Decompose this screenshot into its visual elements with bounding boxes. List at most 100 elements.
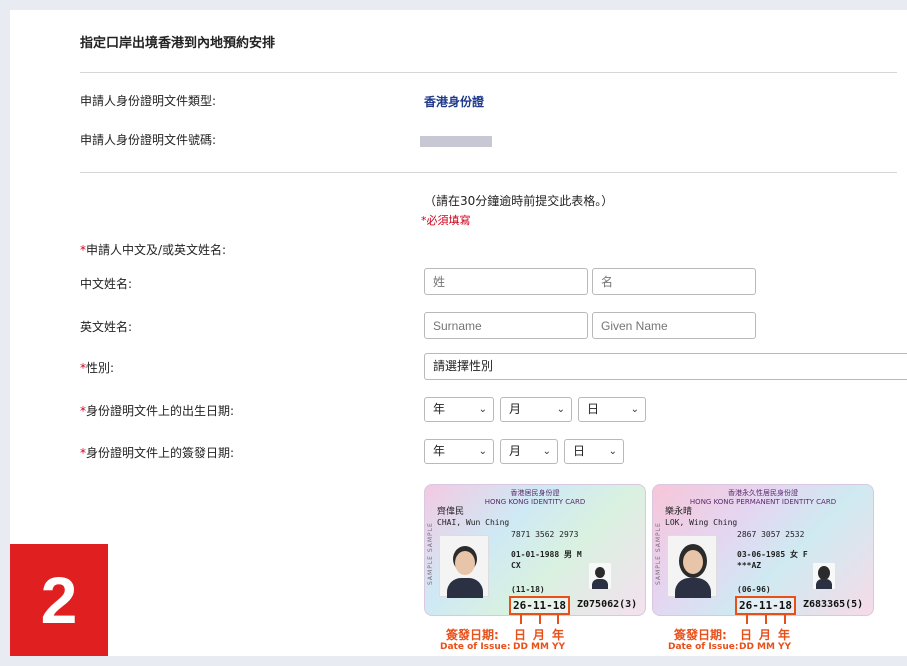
doc-no-masked-value xyxy=(420,136,492,147)
dob-label: *身份證明文件上的出生日期: xyxy=(80,402,234,419)
annotation-tick xyxy=(765,614,767,624)
dob-day-select[interactable]: 日 ⌄ xyxy=(578,397,646,422)
surname-en-input[interactable] xyxy=(424,312,588,339)
issue-date-highlight: 26-11-18 xyxy=(509,596,570,615)
issue-date-annotation-en: Date of Issue: xyxy=(440,642,511,652)
holder-photo xyxy=(667,535,717,598)
issue-date-label: *身份證明文件上的簽發日期: xyxy=(80,444,234,461)
divider-mid xyxy=(80,172,897,173)
annotation-month-en: MM xyxy=(531,642,549,652)
annotation-month-cn: 月 xyxy=(759,628,772,642)
english-name-label: 英文姓名: xyxy=(80,320,133,334)
issue-year-value: 年 xyxy=(433,444,446,458)
annotation-year-cn: 年 xyxy=(552,628,565,642)
card-ccc: 2867 3057 2532 xyxy=(737,530,805,539)
card-header-cn: 香港居民身份證 xyxy=(510,489,560,497)
annotation-day-cn: 日 xyxy=(514,628,527,642)
card-dob-value: 01-01-1988 xyxy=(511,550,560,559)
annotation-tick xyxy=(784,614,786,624)
gender-label-text: 性別: xyxy=(86,361,115,375)
issue-month-select[interactable]: 月 ⌄ xyxy=(500,439,558,464)
card-issue-code: (06-96) xyxy=(737,585,771,594)
annotation-day-en: DD xyxy=(739,642,754,652)
chinese-name-label: 中文姓名: xyxy=(80,277,133,291)
card-header-cn: 香港永久性居民身份證 xyxy=(728,489,798,497)
annotation-month-en: MM xyxy=(757,642,775,652)
issue-date-label-text: 身份證明文件上的簽發日期: xyxy=(86,446,235,460)
chevron-down-icon: ⌄ xyxy=(478,404,487,415)
annotation-day-cn: 日 xyxy=(740,628,753,642)
issue-day-select[interactable]: 日 ⌄ xyxy=(564,439,624,464)
gender-label: *性別: xyxy=(80,359,114,376)
annotation-month-cn: 月 xyxy=(533,628,546,642)
card-name-cn: 齊偉民 xyxy=(437,507,465,517)
annotation-day-en: DD xyxy=(513,642,528,652)
card-code: CX xyxy=(511,561,521,570)
gender-select[interactable]: 請選擇性別 xyxy=(424,353,907,380)
card-name-en: LOK, Wing Ching xyxy=(665,518,738,527)
card-gender: 男 M xyxy=(564,550,582,559)
card-gender: 女 F xyxy=(790,550,808,559)
issue-date-annotation-cn: 簽發日期: xyxy=(674,628,727,642)
issue-year-select[interactable]: 年 ⌄ xyxy=(424,439,494,464)
sample-watermark: SAMPLE SAMPLE xyxy=(655,522,662,585)
annotation-tick xyxy=(520,614,522,624)
doc-no-label: 申請人身份證明文件號碼: xyxy=(80,133,217,147)
annotation-year-en: YY xyxy=(778,642,792,652)
card-dob-value: 03-06-1985 xyxy=(737,550,786,559)
dob-day-value: 日 xyxy=(587,402,600,416)
annotation-tick xyxy=(557,614,559,624)
dob-label-text: 身份證明文件上的出生日期: xyxy=(86,404,235,418)
dob-year-value: 年 xyxy=(433,402,446,416)
card-ccc: 7871 3562 2973 xyxy=(511,530,579,539)
chevron-down-icon: ⌄ xyxy=(478,446,487,457)
divider-top xyxy=(80,72,897,73)
given-name-cn-input[interactable] xyxy=(592,268,756,295)
card-header-en: HONG KONG IDENTITY CARD xyxy=(484,498,586,506)
card-serial: Z683365(5) xyxy=(803,599,864,610)
issue-month-value: 月 xyxy=(509,444,522,458)
chevron-down-icon: ⌄ xyxy=(630,404,639,415)
name-section-text: 申請人中文及/或英文姓名: xyxy=(86,243,227,257)
mini-photo xyxy=(813,563,835,589)
card-dob: 01-01-1988 男 M xyxy=(511,550,582,560)
name-section-label: *申請人中文及/或英文姓名: xyxy=(80,241,226,258)
annotation-tick xyxy=(539,614,541,624)
required-note: *必須填寫 xyxy=(421,214,471,227)
id-card-sample-1: 香港居民身份證 HONG KONG IDENTITY CARD SAMPLE SA… xyxy=(424,484,646,616)
step-badge: 2 xyxy=(10,544,108,656)
dob-year-select[interactable]: 年 ⌄ xyxy=(424,397,494,422)
annotation-year-cn: 年 xyxy=(778,628,791,642)
card-name-cn: 樂永晴 xyxy=(665,507,693,517)
doc-type-value: 香港身份證 xyxy=(424,95,485,109)
given-name-en-input[interactable] xyxy=(592,312,756,339)
card-header: 香港永久性居民身份證 HONG KONG PERMANENT IDENTITY C… xyxy=(653,489,873,507)
chevron-down-icon: ⌄ xyxy=(608,446,617,457)
issue-date-annotation-en: Date of Issue: xyxy=(668,642,739,652)
surname-cn-input[interactable] xyxy=(424,268,588,295)
chevron-down-icon: ⌄ xyxy=(542,446,551,457)
mini-photo xyxy=(589,563,611,589)
issue-date-annotation-cn: 簽發日期: xyxy=(446,628,499,642)
holder-photo xyxy=(439,535,489,598)
annotation-year-en: YY xyxy=(552,642,566,652)
instruction-text: （請在30分鐘逾時前提交此表格。） xyxy=(424,194,614,208)
page-title: 指定口岸出境香港到內地預約安排 xyxy=(80,36,276,51)
issue-day-value: 日 xyxy=(573,444,586,458)
card-name-en: CHAI, Wun Ching xyxy=(437,518,510,527)
card-code: ***AZ xyxy=(737,561,762,570)
card-header-en: HONG KONG PERMANENT IDENTITY CARD xyxy=(689,498,837,506)
issue-date-highlight: 26-11-18 xyxy=(735,596,796,615)
sample-watermark: SAMPLE SAMPLE xyxy=(427,522,434,585)
dob-month-select[interactable]: 月 ⌄ xyxy=(500,397,572,422)
dob-month-value: 月 xyxy=(509,402,522,416)
gender-select-value: 請選擇性別 xyxy=(433,359,494,373)
annotation-tick xyxy=(746,614,748,624)
doc-type-label: 申請人身份證明文件類型: xyxy=(80,94,217,108)
card-header: 香港居民身份證 HONG KONG IDENTITY CARD xyxy=(425,489,645,507)
id-card-sample-2: 香港永久性居民身份證 HONG KONG PERMANENT IDENTITY C… xyxy=(652,484,874,616)
card-dob: 03-06-1985 女 F xyxy=(737,550,808,560)
card-issue-code: (11-18) xyxy=(511,585,545,594)
chevron-down-icon: ⌄ xyxy=(556,404,565,415)
card-serial: Z075062(3) xyxy=(577,599,638,610)
